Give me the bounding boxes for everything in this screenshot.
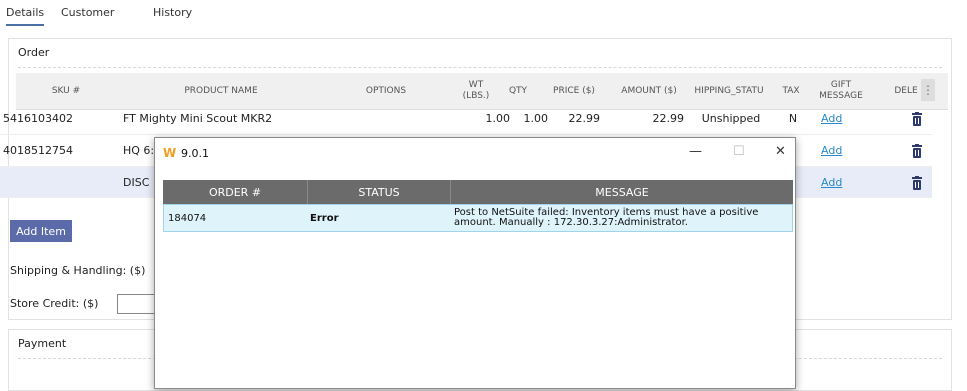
column-menu-icon[interactable]: ⋮ <box>921 79 935 101</box>
order-panel-title: Order <box>18 46 50 59</box>
trash-icon[interactable] <box>911 175 923 190</box>
amount-cell: 22.99 <box>652 112 685 125</box>
qty-cell: 1.00 <box>523 112 549 125</box>
order-divider <box>18 67 942 68</box>
minimize-button[interactable]: — <box>689 144 702 159</box>
app-logo-icon: W <box>163 146 177 160</box>
table-row[interactable]: 5416103402 FT Mighty Mini Scout MKR2 1.0… <box>0 103 932 135</box>
trash-icon[interactable] <box>911 143 923 158</box>
add-link-label[interactable]: Add <box>821 112 842 125</box>
store-credit-input[interactable] <box>117 294 157 314</box>
order-number-cell: 184074 <box>168 212 207 224</box>
sku-cell: 5416103402 <box>3 112 73 125</box>
delete-button[interactable] <box>907 103 927 134</box>
tax-cell: N <box>788 112 798 125</box>
delete-button[interactable] <box>907 135 927 166</box>
gift-message-add-link[interactable]: Add <box>821 103 861 134</box>
trash-icon[interactable] <box>911 111 923 126</box>
tab-history[interactable]: History <box>153 6 192 19</box>
gift-message-add-link[interactable]: Add <box>821 167 861 198</box>
wt-cell: 1.00 <box>485 112 511 125</box>
table-row[interactable]: 184074 Error Post to NetSuite failed: In… <box>163 204 793 232</box>
payment-panel-title: Payment <box>18 337 67 350</box>
add-link-label[interactable]: Add <box>821 144 842 157</box>
tab-details[interactable]: Details <box>6 6 45 26</box>
gift-message-add-link[interactable]: Add <box>821 135 861 166</box>
price-cell: 22.99 <box>568 112 601 125</box>
tab-bar: Details Customer History <box>0 0 967 28</box>
col-message[interactable]: MESSAGE <box>451 180 793 204</box>
add-item-button[interactable]: Add Item <box>10 220 72 242</box>
post-status-dialog: W 9.0.1 — ☐ ✕ ORDER # STATUS MESSAGE 184… <box>154 137 796 389</box>
status-cell: Error <box>310 212 339 224</box>
delete-button[interactable] <box>907 167 927 198</box>
store-credit-label: Store Credit: ($) <box>10 297 99 310</box>
dialog-titlebar[interactable]: W 9.0.1 — ☐ ✕ <box>155 138 795 168</box>
add-link-label[interactable]: Add <box>821 176 842 189</box>
shipping-status-cell: Unshipped <box>701 112 761 125</box>
tab-customer[interactable]: Customer <box>61 6 114 19</box>
maximize-button[interactable]: ☐ <box>733 144 745 159</box>
product-cell: FT Mighty Mini Scout MKR2 <box>123 112 273 125</box>
col-status[interactable]: STATUS <box>308 180 451 204</box>
shipping-handling-label: Shipping & Handling: ($) <box>10 264 146 277</box>
dialog-title: 9.0.1 <box>181 147 209 160</box>
message-cell: Post to NetSuite failed: Inventory items… <box>454 205 792 231</box>
sku-cell: 4018512754 <box>3 144 73 157</box>
message-line: amount. Manually : 172.30.3.27:Administr… <box>454 217 688 228</box>
col-order-number[interactable]: ORDER # <box>163 180 308 204</box>
close-button[interactable]: ✕ <box>775 144 786 159</box>
